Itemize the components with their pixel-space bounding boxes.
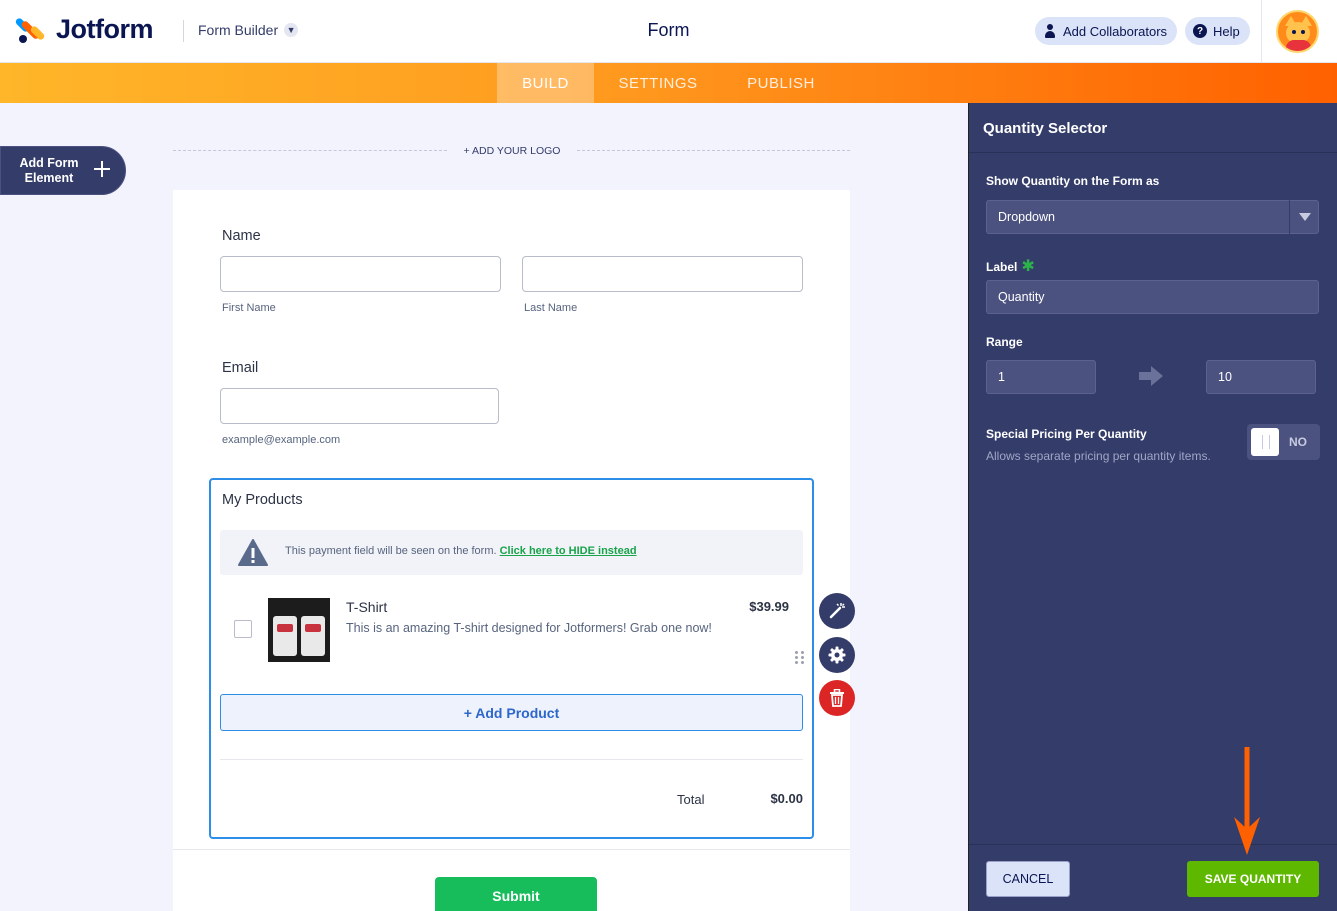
last-name-sublabel: Last Name <box>524 302 578 314</box>
panel-footer-divider <box>969 844 1337 845</box>
label-field-label: Label ✱ <box>986 256 1035 276</box>
logo-divider-right <box>577 150 850 151</box>
header-divider <box>183 20 184 42</box>
products-divider <box>220 759 803 760</box>
special-pricing-help: Allows separate pricing per quantity ite… <box>986 449 1211 463</box>
range-min-value: 1 <box>998 370 1005 384</box>
top-bar: Jotform Form Builder ▼ Form Add Collabor… <box>0 0 1337 63</box>
email-label: Email <box>222 360 259 376</box>
label-input-value: Quantity <box>998 290 1045 304</box>
hide-field-link[interactable]: Click here to HIDE instead <box>500 545 637 557</box>
hint-arrow-icon <box>1234 747 1260 855</box>
dropdown-arrow-icon[interactable] <box>1289 200 1319 234</box>
cancel-button[interactable]: CANCEL <box>986 861 1070 897</box>
products-label: My Products <box>222 492 303 508</box>
logo-divider-left <box>173 150 447 151</box>
tab-publish[interactable]: PUBLISH <box>733 63 829 103</box>
panel-title: Quantity Selector <box>983 120 1108 137</box>
special-pricing-toggle[interactable]: NO <box>1247 424 1320 460</box>
total-label: Total <box>677 792 705 807</box>
user-icon <box>1043 24 1057 38</box>
add-form-element-button[interactable]: Add Form Element <box>0 146 126 195</box>
help-button[interactable]: ? Help <box>1185 17 1250 45</box>
range-max-input[interactable]: 10 <box>1206 360 1316 394</box>
plus-icon <box>92 159 112 179</box>
add-product-button[interactable]: + Add Product <box>220 694 803 731</box>
header-divider-right <box>1261 0 1262 63</box>
properties-button[interactable] <box>819 637 855 673</box>
arrow-right-icon <box>1139 366 1163 386</box>
email-sublabel: example@example.com <box>222 434 341 446</box>
toggle-state: NO <box>1289 435 1307 449</box>
save-quantity-button[interactable]: SAVE QUANTITY <box>1187 861 1319 897</box>
builder-nav: BUILD SETTINGS PUBLISH <box>0 63 1337 103</box>
form-builder-label: Form Builder <box>198 22 279 38</box>
show-as-label: Show Quantity on the Form as <box>986 174 1160 188</box>
first-name-sublabel: First Name <box>222 302 276 314</box>
range-max-value: 10 <box>1218 370 1232 384</box>
drag-handle-icon[interactable] <box>794 651 806 665</box>
product-image <box>268 598 330 662</box>
jotform-logo-icon <box>14 15 46 45</box>
gear-icon <box>828 646 846 664</box>
total-value: $0.00 <box>770 791 803 806</box>
submit-button[interactable]: Submit <box>435 877 597 911</box>
product-checkbox[interactable] <box>234 620 252 638</box>
add-logo-link[interactable]: + ADD YOUR LOGO <box>455 145 569 157</box>
delete-button[interactable] <box>819 680 855 716</box>
form-footer-divider <box>173 849 850 850</box>
label-input[interactable]: Quantity <box>986 280 1319 314</box>
chevron-down-icon: ▼ <box>284 23 299 37</box>
show-as-dropdown[interactable]: Dropdown <box>986 200 1319 234</box>
tab-build[interactable]: BUILD <box>497 63 594 103</box>
product-price: $39.99 <box>749 599 789 614</box>
add-collaborators-button[interactable]: Add Collaborators <box>1035 17 1178 45</box>
form-builder-menu[interactable]: Form Builder ▼ <box>198 22 299 38</box>
required-star-icon: ✱ <box>1021 258 1035 275</box>
range-min-input[interactable]: 1 <box>986 360 1096 394</box>
first-name-input[interactable] <box>220 256 501 292</box>
panel-divider <box>969 152 1337 153</box>
jotform-logo[interactable]: Jotform <box>14 14 154 45</box>
wand-button[interactable] <box>819 593 855 629</box>
special-pricing-label: Special Pricing Per Quantity <box>986 427 1147 441</box>
range-label: Range <box>986 335 1023 349</box>
label-field-text: Label <box>986 260 1018 274</box>
tab-settings[interactable]: SETTINGS <box>603 63 713 103</box>
question-icon: ? <box>1193 24 1207 38</box>
warning-text: This payment field will be seen on the f… <box>285 545 497 557</box>
help-label: Help <box>1213 23 1240 39</box>
magic-wand-icon <box>829 603 845 619</box>
product-description: This is an amazing T-shirt designed for … <box>346 621 712 635</box>
email-field[interactable] <box>220 388 499 424</box>
product-name: T-Shirt <box>346 599 388 615</box>
add-collaborators-label: Add Collaborators <box>1063 23 1168 39</box>
show-as-value: Dropdown <box>998 210 1055 224</box>
warning-icon <box>238 539 268 566</box>
brand-name: Jotform <box>56 14 154 44</box>
warning-message: This payment field will be seen on the f… <box>285 545 637 557</box>
toggle-knob <box>1251 428 1279 456</box>
trash-icon <box>830 689 844 707</box>
name-label: Name <box>222 228 261 244</box>
avatar[interactable] <box>1276 10 1319 53</box>
last-name-input[interactable] <box>522 256 803 292</box>
add-form-element-label: Add Form Element <box>19 156 79 185</box>
